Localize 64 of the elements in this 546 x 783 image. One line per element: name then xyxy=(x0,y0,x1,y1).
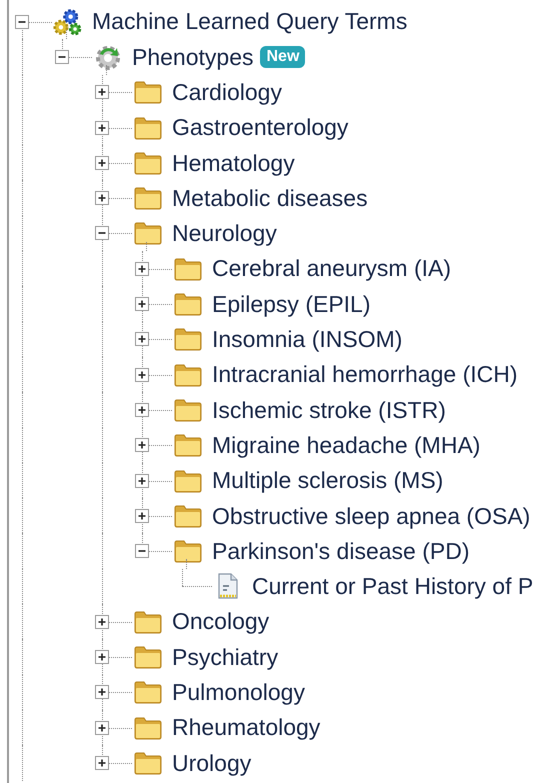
tree-item-label[interactable]: Insomnia (INSOM) xyxy=(211,322,404,357)
folder-icon xyxy=(133,679,163,706)
tree-item-label[interactable]: Pulmonology xyxy=(171,675,306,710)
collapse-toggle-icon[interactable] xyxy=(55,50,69,64)
expand-toggle-icon[interactable] xyxy=(135,332,149,346)
folder-icon xyxy=(133,220,163,246)
expand-toggle-icon[interactable] xyxy=(95,191,109,206)
folder-icon xyxy=(173,468,203,494)
collapse-toggle-icon[interactable] xyxy=(135,544,149,558)
collapse-toggle-icon[interactable] xyxy=(95,226,109,240)
expand-toggle-icon[interactable] xyxy=(95,650,109,664)
expand-toggle-icon[interactable] xyxy=(135,368,149,382)
tree-item-label[interactable]: Metabolic diseases xyxy=(171,180,369,216)
tree-item-label[interactable]: Gastroenterology xyxy=(171,110,350,145)
expand-toggle-icon[interactable] xyxy=(135,508,149,523)
folder-icon xyxy=(133,150,163,176)
folder-icon xyxy=(173,432,203,458)
tree-item-label[interactable]: Obstructive sleep apnea (OSA) xyxy=(211,498,532,534)
expand-toggle-icon[interactable] xyxy=(95,685,109,700)
tree-item-label[interactable]: Rheumatology xyxy=(171,710,322,745)
tree-item-label[interactable]: Oncology xyxy=(171,604,270,639)
expand-toggle-icon[interactable] xyxy=(95,614,109,629)
tree-item-label[interactable]: Cardiology xyxy=(171,74,283,110)
expand-toggle-icon[interactable] xyxy=(135,438,149,452)
tree-item-label[interactable]: Migraine headache (MHA) xyxy=(211,428,482,462)
folder-icon xyxy=(173,502,203,529)
expand-toggle-icon[interactable] xyxy=(135,402,149,417)
folder-icon xyxy=(133,608,163,635)
tree-item-label[interactable]: Ischemic stroke (ISTR) xyxy=(211,392,447,428)
folder-icon xyxy=(173,538,203,564)
folder-icon xyxy=(173,326,203,352)
expand-toggle-icon[interactable] xyxy=(135,262,149,276)
tree-item-label[interactable]: Intracranial hemorrhage (ICH) xyxy=(211,357,519,392)
folder-icon xyxy=(133,79,163,106)
tree-item-label[interactable]: Neurology xyxy=(171,216,278,251)
expand-toggle-icon[interactable] xyxy=(95,120,109,135)
collapse-toggle-icon[interactable] xyxy=(15,14,29,29)
expand-toggle-icon[interactable] xyxy=(95,720,109,735)
tree-item-label[interactable]: Hematology xyxy=(171,146,296,180)
folder-icon xyxy=(173,256,203,282)
tree-item-label[interactable]: Parkinson's disease (PD) xyxy=(211,534,470,568)
new-badge: New xyxy=(260,46,306,68)
folder-icon xyxy=(173,362,203,388)
folder-icon xyxy=(133,644,163,670)
tree-item-label[interactable]: Multiple sclerosis (MS) xyxy=(211,463,444,498)
tree-item-label[interactable]: Urology xyxy=(171,746,252,780)
tree-item-label[interactable]: Epilepsy (EPIL) xyxy=(211,286,372,322)
expand-toggle-icon[interactable] xyxy=(95,156,109,170)
gears-icon xyxy=(53,6,83,37)
tree-item-label[interactable]: Current or Past History of P xyxy=(251,569,534,604)
tree-item-label[interactable]: Phenotypes xyxy=(131,40,254,74)
folder-icon xyxy=(133,114,163,141)
expand-toggle-icon[interactable] xyxy=(95,85,109,100)
folder-icon xyxy=(133,750,163,776)
expand-toggle-icon[interactable] xyxy=(135,297,149,312)
tree-item-label[interactable]: Cerebral aneurysm (IA) xyxy=(211,251,452,286)
folder-icon xyxy=(133,185,163,212)
folder-icon xyxy=(133,714,163,741)
expand-toggle-icon[interactable] xyxy=(95,756,109,770)
tree-item-label[interactable]: Psychiatry xyxy=(171,640,280,674)
folder-icon xyxy=(173,291,203,318)
tree-item-label[interactable]: Machine Learned Query Terms xyxy=(91,4,408,39)
folder-icon xyxy=(173,396,203,423)
expand-toggle-icon[interactable] xyxy=(135,474,149,488)
